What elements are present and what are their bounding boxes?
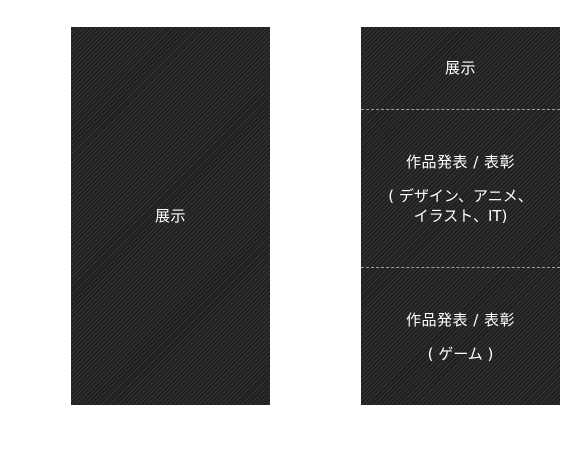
right-section-works-game-title: 作品発表 / 表彰 <box>405 310 516 329</box>
left-block: 展示 <box>71 27 270 405</box>
left-block-label: 展示 <box>154 207 186 225</box>
right-block: 展示 作品発表 / 表彰 ( デザイン、アニメ、 イラスト、IT) 作品発表 /… <box>361 27 560 405</box>
right-section-works-design: 作品発表 / 表彰 ( デザイン、アニメ、 イラスト、IT) <box>361 109 560 267</box>
right-section-exhibition-title: 展示 <box>444 59 476 77</box>
right-section-works-game: 作品発表 / 表彰 ( ゲーム ) <box>361 267 560 405</box>
right-section-works-design-title: 作品発表 / 表彰 <box>405 152 516 171</box>
right-section-exhibition: 展示 <box>361 27 560 109</box>
right-section-works-game-subtitle: ( ゲーム ) <box>427 344 494 363</box>
diagram-canvas: 展示 展示 作品発表 / 表彰 ( デザイン、アニメ、 イラスト、IT) 作品発… <box>0 0 561 472</box>
right-section-works-design-subtitle: ( デザイン、アニメ、 イラスト、IT) <box>388 186 533 225</box>
